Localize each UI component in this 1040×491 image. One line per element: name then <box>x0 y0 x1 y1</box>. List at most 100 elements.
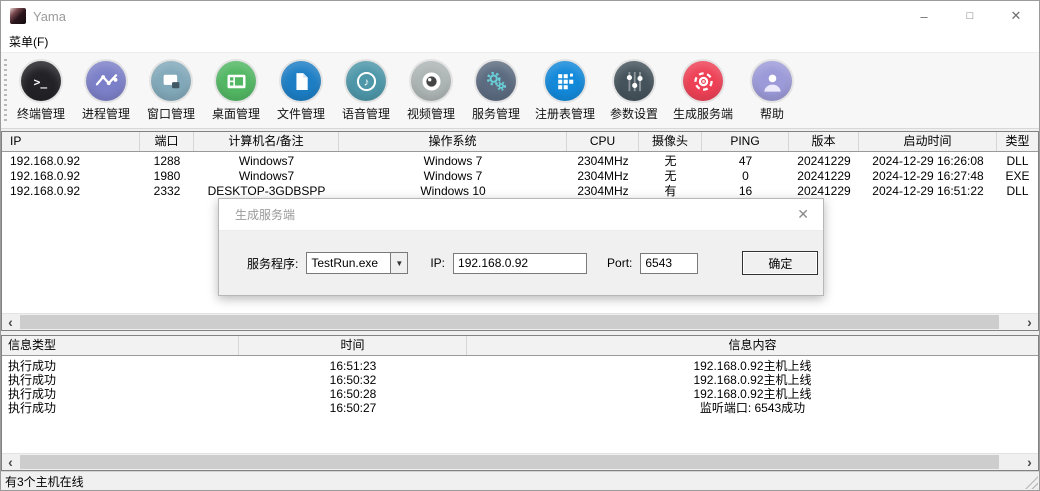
ok-button[interactable]: 确定 <box>742 251 818 275</box>
svg-text:>_: >_ <box>33 76 47 89</box>
ok-button-label: 确定 <box>768 255 792 272</box>
window-icon <box>151 61 191 101</box>
ip-field[interactable] <box>453 253 587 274</box>
table-row[interactable]: 192.168.0.922332DESKTOP-3GDBSPPWindows 1… <box>2 184 1038 199</box>
table-cell: 监听端口: 6543成功 <box>467 401 1038 415</box>
table-row[interactable]: 执行成功16:50:27监听端口: 6543成功 <box>2 401 1038 415</box>
messages-table-body: 执行成功16:51:23192.168.0.92主机上线执行成功16:50:32… <box>2 356 1038 453</box>
scrollbar-thumb[interactable] <box>20 455 999 469</box>
column-header-time[interactable]: 时间 <box>239 336 467 355</box>
toolbar-button-generate[interactable]: 生成服务端 <box>673 61 733 122</box>
toolbar-button-window[interactable]: 窗口管理 <box>145 61 197 122</box>
toolbar-button-services[interactable]: 服务管理 <box>470 61 522 122</box>
scrollbar-track[interactable] <box>19 454 1021 470</box>
table-cell: 192.168.0.92 <box>2 169 140 184</box>
dialog-close-icon[interactable]: ✕ <box>797 206 809 223</box>
generate-icon <box>683 61 723 101</box>
column-header-message-content[interactable]: 信息内容 <box>467 336 1038 355</box>
dialog-title-bar[interactable]: 生成服务端 ✕ <box>219 199 823 230</box>
column-header-camera[interactable]: 摄像头 <box>639 132 702 151</box>
toolbar-label: 终端管理 <box>17 105 65 122</box>
scroll-left-icon[interactable]: ‹ <box>2 314 19 330</box>
toolbar-label: 视频管理 <box>407 105 455 122</box>
column-header-message-type[interactable]: 信息类型 <box>2 336 239 355</box>
column-header-os[interactable]: 操作系统 <box>339 132 567 151</box>
toolbar-label: 文件管理 <box>277 105 325 122</box>
toolbar-button-settings[interactable]: 参数设置 <box>608 61 660 122</box>
scroll-right-icon[interactable]: › <box>1021 314 1038 330</box>
column-header-start-time[interactable]: 启动时间 <box>859 132 997 151</box>
table-cell: 2304MHz <box>567 169 639 184</box>
ip-label: IP: <box>430 256 445 270</box>
toolbar-label: 窗口管理 <box>147 105 195 122</box>
table-cell: 47 <box>702 154 789 169</box>
toolbar: >_ 终端管理 进程管理 窗口管理 <box>1 53 1039 129</box>
table-cell: 16 <box>702 184 789 199</box>
maximize-button[interactable]: □ <box>947 1 993 31</box>
scroll-left-icon[interactable]: ‹ <box>2 454 19 470</box>
toolbar-button-video[interactable]: 视频管理 <box>405 61 457 122</box>
table-cell: EXE <box>997 169 1038 184</box>
audio-icon: ♪ <box>346 61 386 101</box>
table-row[interactable]: 执行成功16:50:28192.168.0.92主机上线 <box>2 387 1038 401</box>
table-row[interactable]: 192.168.0.921980Windows7Windows 72304MHz… <box>2 169 1038 184</box>
toolbar-gripper[interactable] <box>4 59 7 122</box>
toolbar-label: 桌面管理 <box>212 105 260 122</box>
process-icon <box>86 61 126 101</box>
table-row[interactable]: 执行成功16:51:23192.168.0.92主机上线 <box>2 359 1038 373</box>
column-header-ping[interactable]: PING <box>702 132 789 151</box>
table-cell: Windows 7 <box>339 169 567 184</box>
toolbar-button-audio[interactable]: ♪ 语音管理 <box>340 61 392 122</box>
minimize-button[interactable]: – <box>901 1 947 31</box>
chevron-down-icon[interactable]: ▼ <box>390 253 407 273</box>
registry-icon <box>545 61 585 101</box>
toolbar-button-desktop[interactable]: 桌面管理 <box>210 61 262 122</box>
table-row[interactable]: 执行成功16:50:32192.168.0.92主机上线 <box>2 373 1038 387</box>
table-cell: 0 <box>702 169 789 184</box>
menu-item-file[interactable]: 菜单(F) <box>1 31 56 52</box>
generate-server-dialog: 生成服务端 ✕ 服务程序: TestRun.exe ▼ IP: Port: 确定 <box>218 198 824 296</box>
program-label: 服务程序: <box>247 255 298 272</box>
toolbar-button-process[interactable]: 进程管理 <box>80 61 132 122</box>
table-row[interactable]: 192.168.0.921288Windows7Windows 72304MHz… <box>2 154 1038 169</box>
column-header-ip[interactable]: IP <box>2 132 140 151</box>
toolbar-button-help[interactable]: 帮助 <box>746 61 798 122</box>
scroll-right-icon[interactable]: › <box>1021 454 1038 470</box>
close-button[interactable]: ✕ <box>993 1 1039 31</box>
column-header-version[interactable]: 版本 <box>789 132 859 151</box>
column-header-port[interactable]: 端口 <box>140 132 194 151</box>
desktop-icon <box>216 61 256 101</box>
messages-table: 信息类型 时间 信息内容 执行成功16:51:23192.168.0.92主机上… <box>1 335 1039 471</box>
table-cell: Windows 7 <box>339 154 567 169</box>
scrollbar-thumb[interactable] <box>20 315 999 329</box>
table-cell: 20241229 <box>789 169 859 184</box>
scrollbar-track[interactable] <box>19 314 1021 330</box>
column-header-computer-name[interactable]: 计算机名/备注 <box>194 132 339 151</box>
table-cell: 16:50:28 <box>239 387 467 401</box>
program-dropdown[interactable]: TestRun.exe ▼ <box>306 252 408 274</box>
toolbar-button-file[interactable]: 文件管理 <box>275 61 327 122</box>
toolbar-button-registry[interactable]: 注册表管理 <box>535 61 595 122</box>
column-header-type[interactable]: 类型 <box>997 132 1038 151</box>
messages-horizontal-scrollbar[interactable]: ‹ › <box>2 453 1038 470</box>
table-cell: 16:50:27 <box>239 401 467 415</box>
resize-grip-icon[interactable] <box>1025 476 1038 489</box>
table-cell: 2304MHz <box>567 154 639 169</box>
port-field[interactable] <box>640 253 698 274</box>
hosts-horizontal-scrollbar[interactable]: ‹ › <box>2 313 1038 330</box>
file-icon <box>281 61 321 101</box>
main-area: IP 端口 计算机名/备注 操作系统 CPU 摄像头 PING 版本 启动时间 … <box>1 129 1039 471</box>
column-header-cpu[interactable]: CPU <box>567 132 639 151</box>
toolbar-button-terminal[interactable]: >_ 终端管理 <box>15 61 67 122</box>
table-cell: 2332 <box>140 184 194 199</box>
table-cell: 2024-12-29 16:51:22 <box>859 184 997 199</box>
table-cell: 192.168.0.92 <box>2 154 140 169</box>
terminal-icon: >_ <box>21 61 61 101</box>
status-bar: 有3个主机在线 <box>1 471 1039 490</box>
table-cell: 192.168.0.92主机上线 <box>467 359 1038 373</box>
table-cell: DLL <box>997 184 1038 199</box>
table-cell: 16:51:23 <box>239 359 467 373</box>
window-controls: – □ ✕ <box>901 1 1039 31</box>
hosts-table-header: IP 端口 计算机名/备注 操作系统 CPU 摄像头 PING 版本 启动时间 … <box>2 132 1038 152</box>
services-icon <box>476 61 516 101</box>
